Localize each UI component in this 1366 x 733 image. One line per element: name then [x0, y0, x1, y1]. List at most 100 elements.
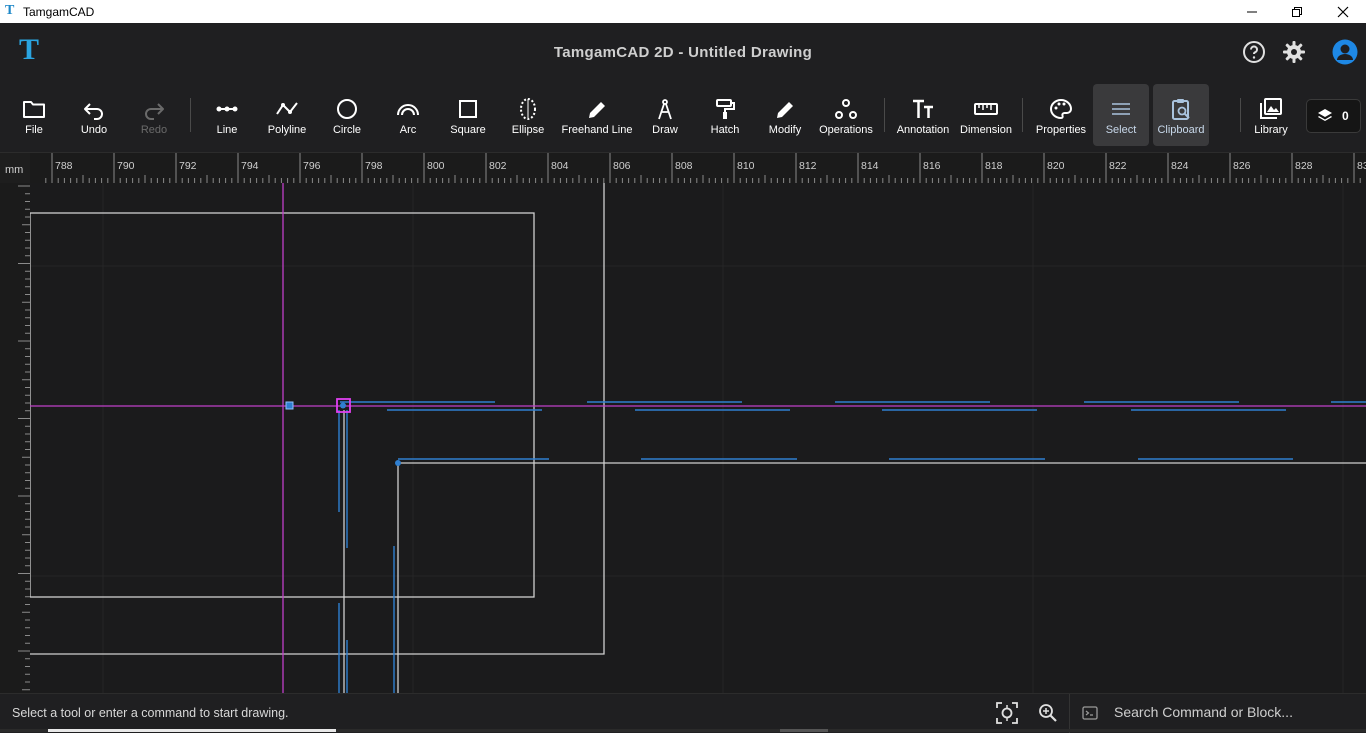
ruler-tick-label: 808: [675, 160, 693, 172]
horizontal-ruler: 788 790 792 794 796 798 800 802 804 806 808 810 812 8…: [30, 153, 1366, 183]
operations-tool-button[interactable]: Operations: [818, 84, 874, 146]
crosshair-guides: [30, 183, 1366, 693]
freehand-label: Freehand Line: [561, 124, 633, 136]
minimize-button[interactable]: [1229, 0, 1275, 23]
ruler-tick-label: 826: [1233, 160, 1251, 172]
select-list-icon: [1112, 103, 1130, 115]
file-button[interactable]: File: [14, 84, 54, 146]
snap-point[interactable]: [340, 402, 346, 409]
drawing-area[interactable]: [30, 183, 1366, 693]
toolbar-separator: [884, 98, 885, 132]
dimension-tool-button[interactable]: Dimension: [958, 84, 1014, 146]
clipboard-label: Clipboard: [1157, 124, 1205, 136]
app-icon: T: [5, 3, 15, 18]
hatch-tool-button[interactable]: Hatch: [705, 84, 745, 146]
zoom-in-icon[interactable]: [1038, 703, 1058, 723]
select-button[interactable]: Select: [1093, 84, 1149, 146]
draw-label: Draw: [652, 124, 678, 136]
ruler-tick-label: 800: [427, 160, 445, 172]
close-button[interactable]: [1320, 0, 1366, 23]
ruler-tick-label: 794: [241, 160, 259, 172]
settings-gear-icon[interactable]: [1282, 40, 1306, 64]
draw-tool-button[interactable]: Draw: [645, 84, 685, 146]
main-toolbar: File Undo Redo Line Polyline Circle Arc …: [0, 80, 1366, 153]
horizontal-ruler-ticks: 788 790 792 794 796 798 800 802 804 806 808 810 812 8…: [45, 153, 1366, 183]
snap-point[interactable]: [395, 460, 401, 466]
status-message: Select a tool or enter a command to star…: [12, 706, 289, 720]
line-tool-icon: [216, 106, 238, 112]
undo-label: Undo: [80, 124, 108, 136]
window-titlebar: T TamgamCAD: [0, 0, 1366, 23]
ruler-tick-label: 830: [1357, 160, 1366, 172]
paint-roller-icon: [716, 99, 735, 119]
library-label: Library: [1254, 124, 1288, 136]
annotation-label: Annotation: [896, 124, 950, 136]
line-label: Line: [216, 124, 238, 136]
snap-tracking-lines: [338, 401, 1366, 693]
window-title: TamgamCAD: [23, 5, 95, 19]
ruler-tick-label: 814: [861, 160, 879, 172]
corner-shape[interactable]: [397, 462, 1366, 693]
ruler-tick-label: 820: [1047, 160, 1065, 172]
toolbar-separator: [190, 98, 191, 132]
operations-nodes-icon: [835, 99, 857, 119]
properties-button[interactable]: Properties: [1034, 84, 1088, 146]
square-tool-button[interactable]: Square: [448, 84, 488, 146]
select-label: Select: [1105, 124, 1137, 136]
polyline-tool-icon: [276, 102, 298, 115]
layer-value: 0: [1342, 109, 1349, 123]
ruler-tick-label: 824: [1171, 160, 1189, 172]
restore-icon: [1292, 6, 1302, 17]
help-icon[interactable]: [1242, 40, 1266, 64]
vertical-ruler-ticks: [18, 185, 30, 691]
ruler-unit: mm: [5, 164, 24, 176]
outer-rectangle-shape[interactable]: [30, 183, 605, 655]
folder-icon: [23, 101, 45, 118]
line-tool-button[interactable]: Line: [207, 84, 247, 146]
properties-label: Properties: [1035, 124, 1087, 136]
undo-button[interactable]: Undo: [74, 84, 114, 146]
square-label: Square: [450, 124, 486, 136]
arc-tool-icon: [397, 104, 419, 116]
polyline-tool-button[interactable]: Polyline: [264, 84, 310, 146]
drawing-canvas[interactable]: [30, 183, 1366, 693]
clipboard-button[interactable]: Clipboard: [1153, 84, 1209, 146]
polyline-label: Polyline: [267, 124, 307, 136]
ruler-tick-label: 828: [1295, 160, 1313, 172]
arc-tool-button[interactable]: Arc: [388, 84, 428, 146]
redo-icon: [145, 103, 164, 120]
rectangle-shape[interactable]: [30, 212, 535, 598]
annotation-tool-button[interactable]: Annotation: [895, 84, 951, 146]
ellipse-label: Ellipse: [511, 124, 545, 136]
ruler-tick-label: 806: [613, 160, 631, 172]
redo-button[interactable]: Redo: [134, 84, 174, 146]
drawn-geometry[interactable]: [30, 183, 1366, 693]
ruler-tick-label: 822: [1109, 160, 1127, 172]
edit-pencil-icon: [777, 102, 793, 118]
arc-label: Arc: [399, 124, 417, 136]
toolbar-separator: [1022, 98, 1023, 132]
user-account-icon[interactable]: [1332, 39, 1358, 65]
circle-tool-button[interactable]: Circle: [327, 84, 367, 146]
close-icon: [1337, 6, 1349, 17]
library-button[interactable]: Library: [1250, 84, 1292, 146]
ellipse-tool-button[interactable]: Ellipse: [508, 84, 548, 146]
layer-selector[interactable]: 0: [1306, 99, 1361, 133]
hatch-label: Hatch: [710, 124, 740, 136]
clipboard-search-icon: [1172, 99, 1190, 120]
ruler-tick-label: 796: [303, 160, 321, 172]
restore-button[interactable]: [1274, 0, 1320, 23]
text-size-icon: [913, 99, 933, 118]
modify-tool-button[interactable]: Modify: [765, 84, 805, 146]
ruler-tick-label: 792: [179, 160, 197, 172]
ruler-tick-label: 790: [117, 160, 135, 172]
redo-label: Redo: [140, 124, 168, 136]
ruler-tick-label: 804: [551, 160, 569, 172]
snap-point[interactable]: [285, 401, 294, 410]
undo-icon: [84, 103, 103, 120]
zoom-extents-icon[interactable]: [996, 702, 1018, 724]
file-label: File: [25, 124, 43, 136]
library-images-icon: [1260, 98, 1282, 119]
freehand-line-tool-button[interactable]: Freehand Line: [562, 84, 632, 146]
command-search-input[interactable]: Search Command or Block...: [1069, 694, 1366, 733]
